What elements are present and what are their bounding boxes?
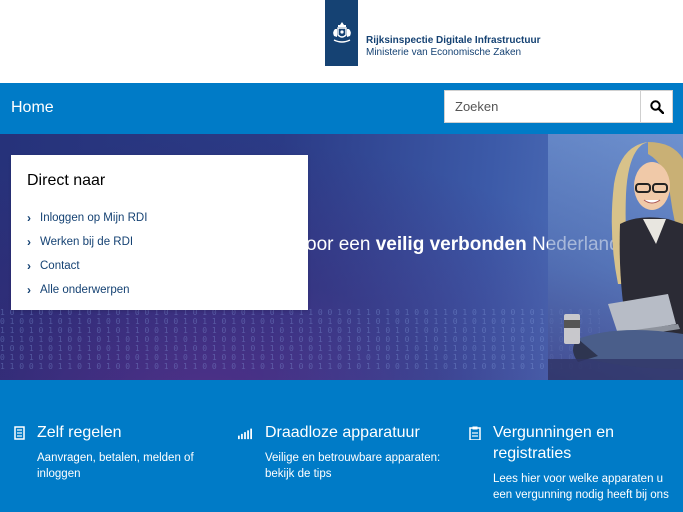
tile-title[interactable]: Draadloze apparatuur [265, 422, 450, 443]
chevron-right-icon: › [27, 211, 31, 225]
chevron-right-icon: › [27, 235, 31, 249]
direct-item[interactable]: › Contact [27, 254, 147, 278]
binary-pattern: 1 0 1 1 0 0 1 0 1 0 1 1 0 1 0 0 1 0 1 1 … [0, 308, 600, 371]
tile-title[interactable]: Zelf regelen [37, 422, 217, 443]
direct-item[interactable]: › Werken bij de RDI [27, 230, 147, 254]
direct-list: › Inloggen op Mijn RDI › Werken bij de R… [27, 206, 147, 302]
signal-bars-icon [238, 428, 252, 440]
direct-item[interactable]: › Inloggen op Mijn RDI [27, 206, 147, 230]
coat-of-arms-icon [332, 22, 351, 43]
chevron-right-icon: › [27, 283, 31, 297]
search-form [444, 90, 673, 123]
ministry-name: Ministerie van Economische Zaken [366, 47, 522, 58]
main-nav: Home [0, 83, 683, 134]
tagline-bold: veilig verbonden [375, 234, 527, 255]
direct-title: Direct naar [27, 172, 106, 189]
org-name: Rijksinspectie Digitale Infrastructuur [366, 35, 541, 46]
tile-zelf-regelen[interactable]: Zelf regelen Aanvragen, betalen, melden … [0, 380, 227, 512]
hero-photo [548, 134, 683, 380]
chevron-right-icon: › [27, 259, 31, 273]
direct-link[interactable]: Alle onderwerpen [40, 284, 130, 296]
tile-draadloze-apparatuur[interactable]: Draadloze apparatuur Veilige en betrouwb… [227, 380, 455, 512]
direct-naar-panel: Direct naar › Inloggen op Mijn RDI › Wer… [11, 155, 308, 310]
document-icon [14, 426, 25, 440]
direct-link[interactable]: Contact [40, 260, 80, 272]
tile-vergunningen[interactable]: Vergunningen en registraties Lees hier v… [455, 380, 683, 512]
search-button[interactable] [640, 91, 672, 122]
tile-desc: Veilige en betrouwbare apparaten: bekijk… [265, 452, 441, 480]
tile-title[interactable]: Vergunningen en registraties [493, 422, 643, 464]
direct-link[interactable]: Werken bij de RDI [40, 236, 133, 248]
direct-item[interactable]: › Alle onderwerpen [27, 278, 147, 302]
search-input[interactable] [445, 91, 641, 122]
site-header: Rijksinspectie Digitale Infrastructuur M… [0, 0, 683, 83]
direct-link[interactable]: Inloggen op Mijn RDI [40, 212, 147, 224]
logo[interactable] [325, 0, 358, 66]
tile-desc: Aanvragen, betalen, melden of inloggen [37, 452, 194, 480]
tile-desc: Lees hier voor welke apparaten u een ver… [493, 473, 669, 501]
tagline-pre: oor een [306, 234, 376, 255]
clipboard-icon [469, 426, 481, 440]
logo-text[interactable]: Rijksinspectie Digitale Infrastructuur M… [366, 35, 541, 59]
nav-home-link[interactable]: Home [11, 99, 54, 117]
search-icon [649, 99, 664, 114]
topic-tiles: Zelf regelen Aanvragen, betalen, melden … [0, 380, 683, 512]
